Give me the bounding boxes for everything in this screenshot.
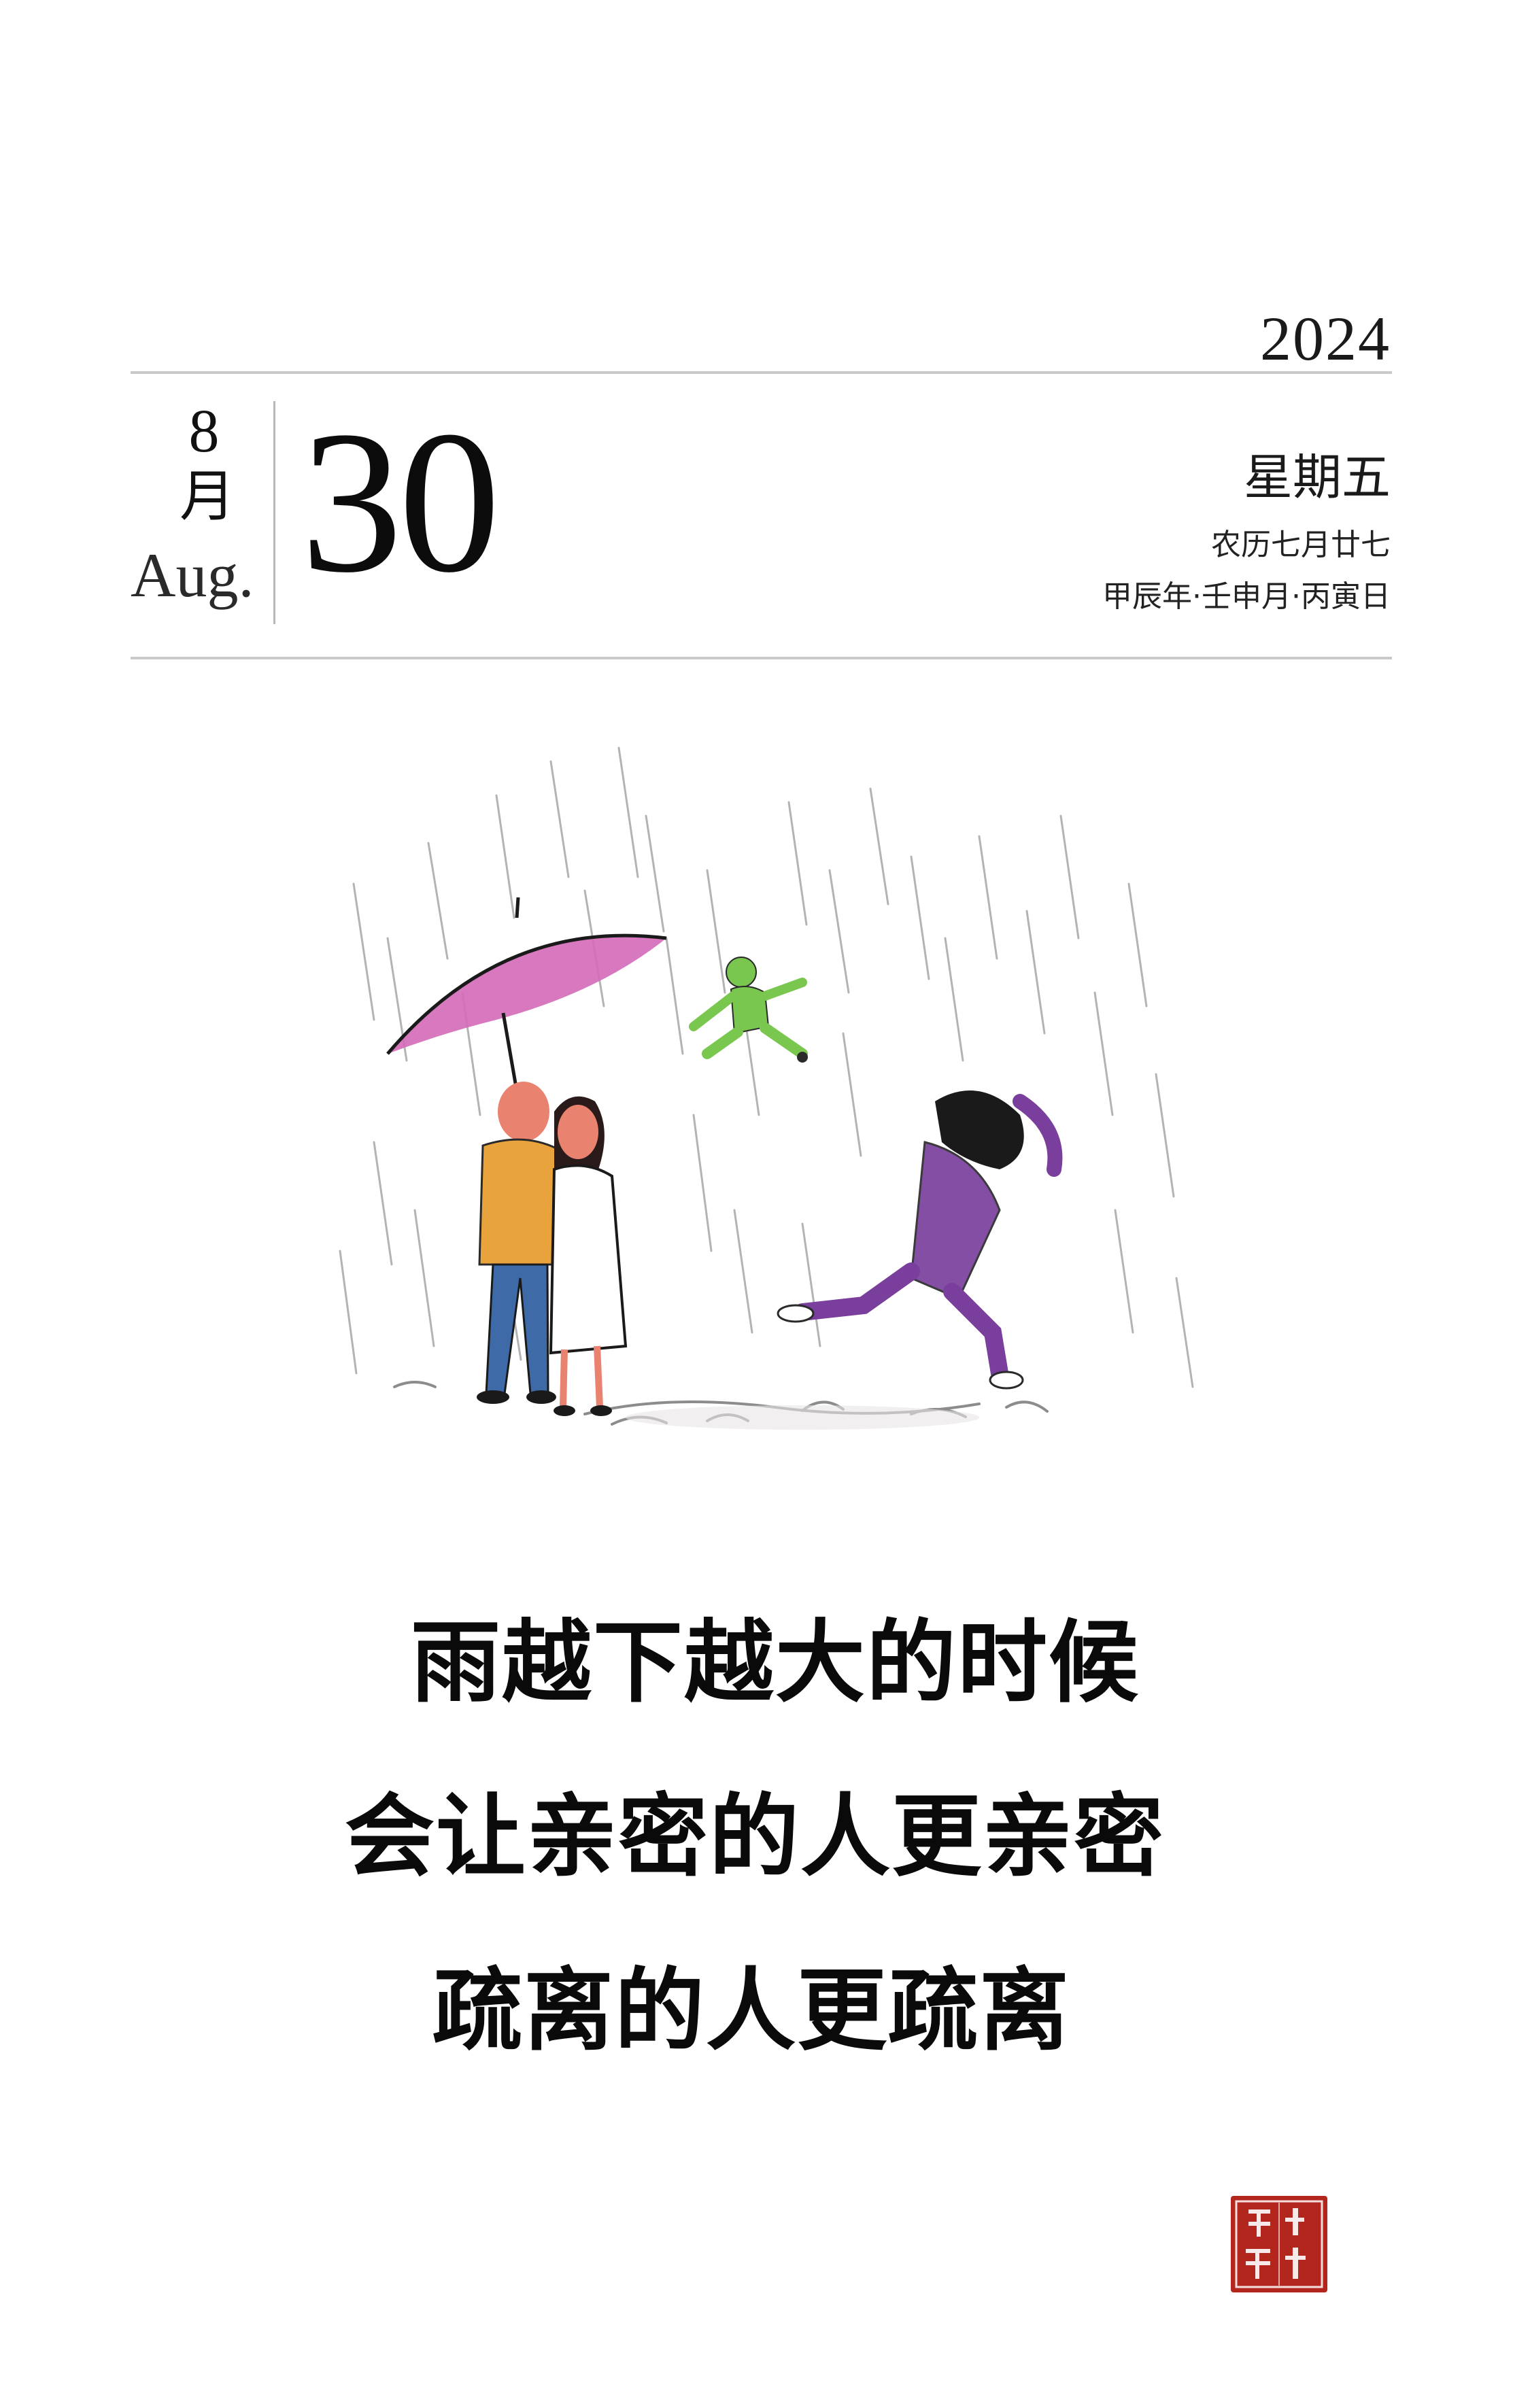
bottom-divider (131, 657, 1392, 659)
ganzhi-date: 甲辰年·壬申月·丙寅日 (1102, 579, 1391, 614)
top-divider (131, 371, 1392, 374)
month-number: 8 (188, 398, 220, 465)
year-label: 2024 (1260, 304, 1391, 373)
quote-line: 雨越下越大的时候 (411, 1611, 1140, 1715)
rain-streaks (339, 746, 1194, 1388)
weekday-label: 星期五 (1243, 449, 1391, 506)
month-chinese: 月 (180, 464, 236, 529)
child-figure (689, 957, 808, 1063)
month-block: 8 月 Aug. (131, 401, 273, 632)
lunar-date: 农历七月廿七 (1211, 528, 1391, 562)
quote-line: 会让亲密的人更亲密 (345, 1785, 1165, 1889)
puddle-shadow (626, 1405, 979, 1430)
day-number: 30 (301, 389, 500, 615)
artist-seal-icon (1231, 2196, 1327, 2292)
woman-figure (549, 1096, 628, 1416)
rain-illustration (339, 746, 1194, 1430)
vertical-divider (273, 401, 275, 624)
quote-line: 疏离的人更疏离 (432, 1959, 1070, 2063)
month-english: Aug. (131, 540, 254, 610)
quote-block: 雨越下越大的时候 会让亲密的人更亲密 疏离的人更疏离 (0, 1618, 1530, 2140)
